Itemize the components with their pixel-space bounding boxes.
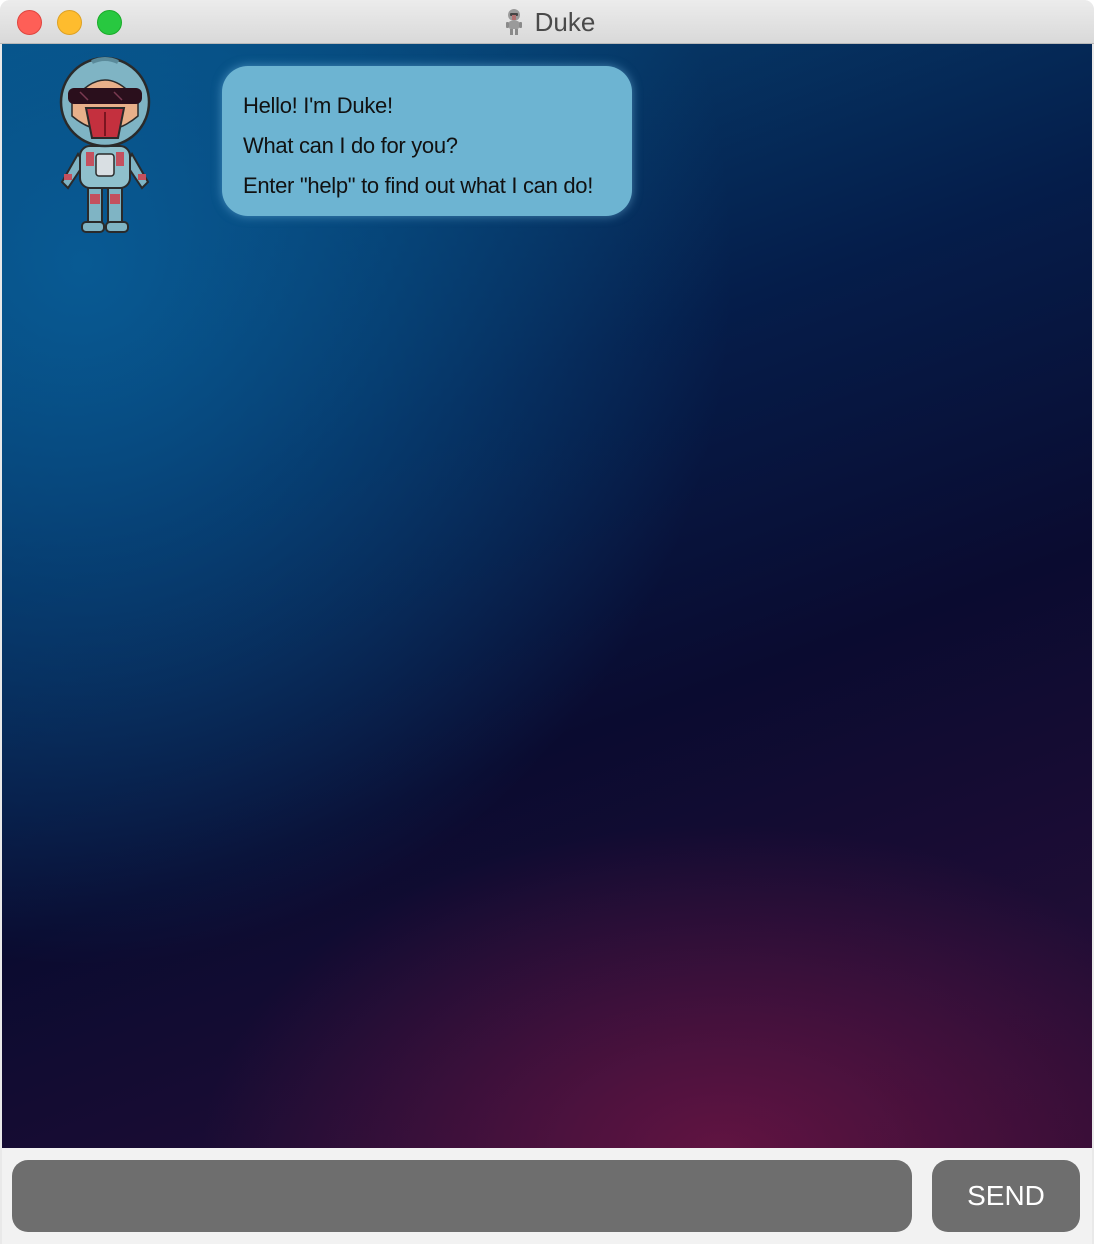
window-title-group: Duke xyxy=(0,0,1094,44)
robot-icon xyxy=(505,9,522,35)
robot-avatar xyxy=(59,56,151,233)
window-title: Duke xyxy=(534,6,596,37)
message-input[interactable] xyxy=(12,1160,912,1232)
message-line: What can I do for you? xyxy=(243,133,458,158)
message-line: Enter "help" to find out what I can do! xyxy=(243,173,594,198)
message-line: Hello! I'm Duke! xyxy=(243,93,393,118)
input-bar: SEND xyxy=(2,1148,1092,1244)
chat-area[interactable]: Hello! I'm Duke! What can I do for you? … xyxy=(2,44,1092,1148)
title-bar[interactable]: Duke xyxy=(0,0,1094,44)
duke-message-bubble: Hello! I'm Duke! What can I do for you? … xyxy=(222,66,632,216)
app-window: Duke Hello! I'm Duke! What can I do for … xyxy=(0,0,1094,1244)
send-button[interactable]: SEND xyxy=(932,1160,1080,1232)
